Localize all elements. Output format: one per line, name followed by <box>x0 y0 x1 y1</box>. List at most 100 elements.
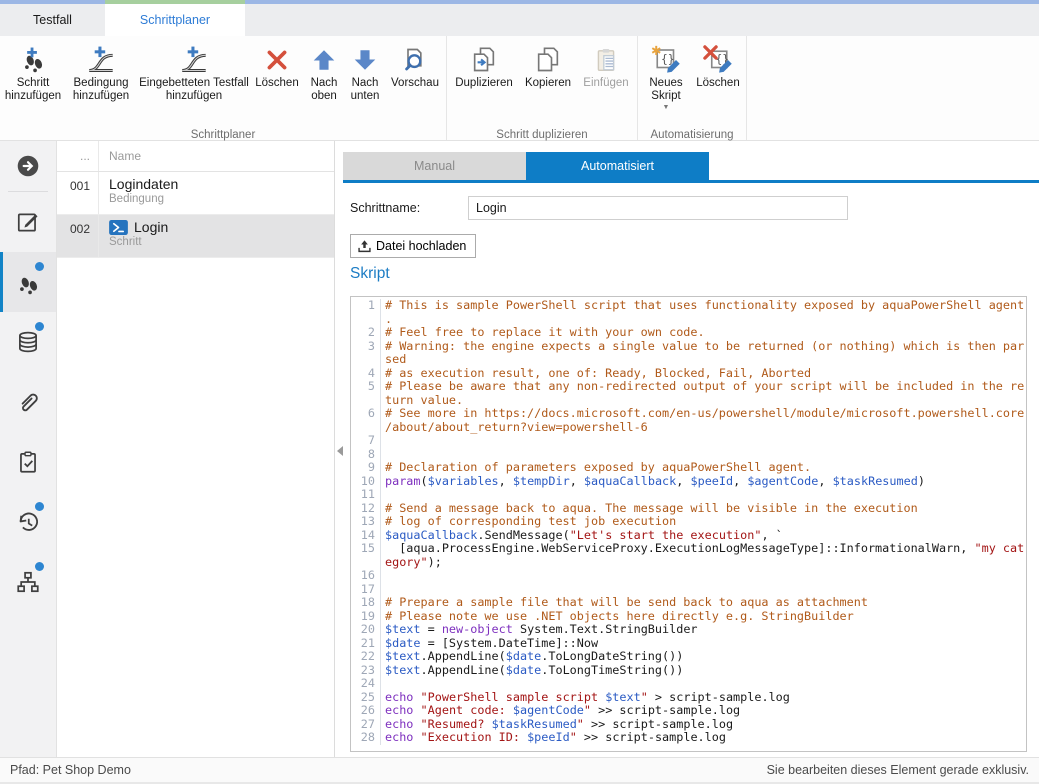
ribbon-group-automatisierung: {}✱Neues Skript▼{}LöschenAutomatisierung <box>638 36 747 140</box>
step-type-label: Bedingung <box>109 193 178 205</box>
code-text: $text.AppendLine($date.ToLongDateString(… <box>381 650 1026 664</box>
paste-icon <box>593 43 619 77</box>
sidebar-item-data[interactable] <box>0 312 56 372</box>
main-area: ... Name 001LogindatenBedingung002LoginS… <box>0 141 1039 757</box>
sidebar-item-history[interactable] <box>0 492 56 552</box>
code-line: 2# Feel free to replace it with your own… <box>351 326 1026 340</box>
switch-add-icon <box>180 43 208 77</box>
ribbon-button-label: Nach unten <box>344 77 386 103</box>
tab-schrittplaner[interactable]: Schrittplaner <box>105 4 245 36</box>
code-text: echo "Execution ID: $peeId" >> script-sa… <box>381 731 1026 745</box>
code-line: 14$aquaCallback.SendMessage("Let's start… <box>351 529 1026 543</box>
detail-tab-underline <box>343 180 1039 183</box>
code-line: egory"); <box>351 556 1026 570</box>
upload-button-label: Datei hochladen <box>376 239 466 253</box>
code-line: 23$text.AppendLine($date.ToLongTimeStrin… <box>351 664 1026 678</box>
ribbon-button-bedingung-hinzufugen[interactable]: Bedingung hinzufügen <box>64 41 138 127</box>
ribbon-button-duplizieren[interactable]: Duplizieren <box>449 41 519 127</box>
tab-automatisiert[interactable]: Automatisiert <box>526 152 709 180</box>
code-line: 1# This is sample PowerShell script that… <box>351 299 1026 313</box>
upload-file-button[interactable]: Datei hochladen <box>350 234 476 258</box>
code-text: echo "Resumed? $taskResumed" >> script-s… <box>381 718 1026 732</box>
code-line: 19# Please note we use .NET objects here… <box>351 610 1026 624</box>
code-text: egory"); <box>381 556 1026 570</box>
sidebar-item-attachments[interactable] <box>0 372 56 432</box>
line-number: 24 <box>351 677 381 691</box>
ribbon-button-label: Nach oben <box>304 77 344 103</box>
copy-icon <box>534 43 562 77</box>
script-heading: Skript <box>350 265 390 283</box>
ribbon-button-eingebetteten-testfall-hinzufugen[interactable]: Eingebetteten Testfall hinzufügen <box>138 41 250 127</box>
step-name-input[interactable] <box>468 196 848 220</box>
code-text: # Please note we use .NET objects here d… <box>381 610 1026 624</box>
code-line: 22$text.AppendLine($date.ToLongDateStrin… <box>351 650 1026 664</box>
ribbon-button-label: Vorschau <box>391 77 439 90</box>
code-text: # This is sample PowerShell script that … <box>381 299 1026 313</box>
ribbon-button-schritt-hinzufugen[interactable]: Schritt hinzufügen <box>2 41 64 127</box>
step-list-col-number[interactable]: ... <box>57 141 99 171</box>
sidebar-item-steps[interactable] <box>0 252 56 312</box>
tab-testfall[interactable]: Testfall <box>0 4 105 36</box>
code-text: $text.AppendLine($date.ToLongTimeString(… <box>381 664 1026 678</box>
sidebar-item-expand[interactable] <box>0 141 56 191</box>
ribbon-group-schrittplaner: Schritt hinzufügenBedingung hinzufügenEi… <box>0 36 447 140</box>
line-number: 15 <box>351 542 381 556</box>
line-number: 5 <box>351 380 381 394</box>
code-text <box>381 677 1026 691</box>
line-number <box>351 394 381 408</box>
preview-icon <box>401 43 429 77</box>
code-line: 17 <box>351 583 1026 597</box>
code-line: 27echo "Resumed? $taskResumed" >> script… <box>351 718 1026 732</box>
ribbon-button-neues-skript[interactable]: {}✱Neues Skript▼ <box>640 41 692 127</box>
line-number <box>351 313 381 327</box>
app-window: Testfall Schrittplaner Schritt hinzufüge… <box>0 0 1039 784</box>
code-text: [aqua.ProcessEngine.WebServiceProxy.Exec… <box>381 542 1026 556</box>
ribbon-button-nach-oben[interactable]: Nach oben <box>304 41 344 127</box>
sidebar-item-edit[interactable] <box>0 192 56 252</box>
detail-panel: Manual Automatisiert Schrittname: Datei … <box>343 141 1039 757</box>
step-title: Login <box>134 219 168 235</box>
notification-badge <box>35 322 44 331</box>
line-number: 1 <box>351 299 381 313</box>
line-number: 12 <box>351 502 381 516</box>
tab-manual[interactable]: Manual <box>343 152 526 180</box>
line-number: 16 <box>351 569 381 583</box>
line-number: 21 <box>351 637 381 651</box>
ribbon-button-kopieren[interactable]: Kopieren <box>519 41 577 127</box>
code-line: 3# Warning: the engine expects a single … <box>351 340 1026 354</box>
dropdown-caret-icon[interactable]: ▼ <box>663 104 670 112</box>
ribbon-button-label: Neues Skript <box>640 77 692 103</box>
code-line: 15 [aqua.ProcessEngine.WebServiceProxy.E… <box>351 542 1026 556</box>
step-name-label: Schrittname: <box>350 201 468 215</box>
ribbon-button-nach-unten[interactable]: Nach unten <box>344 41 386 127</box>
step-list-col-name[interactable]: Name <box>99 149 141 163</box>
step-row-001[interactable]: 001LogindatenBedingung <box>57 172 334 215</box>
code-line: 7 <box>351 434 1026 448</box>
ribbon-button-loschen[interactable]: Löschen <box>250 41 304 127</box>
script-code-editor[interactable]: 1# This is sample PowerShell script that… <box>350 296 1027 752</box>
ribbon-group-schritt-duplizieren: DuplizierenKopierenEinfügenSchritt dupli… <box>447 36 638 140</box>
code-text <box>381 434 1026 448</box>
sidebar-item-structure[interactable] <box>0 552 56 612</box>
step-row-002[interactable]: 002LoginSchritt <box>57 215 334 258</box>
ribbon-button-loschen[interactable]: {}Löschen <box>692 41 744 127</box>
step-row-body: LoginSchritt <box>99 215 168 257</box>
code-text: # Warning: the engine expects a single v… <box>381 340 1026 354</box>
paperclip-icon <box>15 389 41 415</box>
line-number: 7 <box>351 434 381 448</box>
step-row-body: LogindatenBedingung <box>99 172 178 214</box>
code-text <box>381 488 1026 502</box>
line-number <box>351 421 381 435</box>
ribbon-button-label: Schritt hinzufügen <box>2 77 64 103</box>
code-text: $date = [System.DateTime]::Now <box>381 637 1026 651</box>
step-number: 001 <box>57 172 99 214</box>
code-text: # as execution result, one of: Ready, Bl… <box>381 367 1026 381</box>
line-number: 23 <box>351 664 381 678</box>
sidebar-item-tasks[interactable] <box>0 432 56 492</box>
line-number: 3 <box>351 340 381 354</box>
line-number: 19 <box>351 610 381 624</box>
ribbon-button-vorschau[interactable]: Vorschau <box>386 41 444 127</box>
code-text: $aquaCallback.SendMessage("Let's start t… <box>381 529 1026 543</box>
code-line: /about/about_return?view=powershell-6 <box>351 421 1026 435</box>
ribbon-button-label: Kopieren <box>525 77 571 90</box>
